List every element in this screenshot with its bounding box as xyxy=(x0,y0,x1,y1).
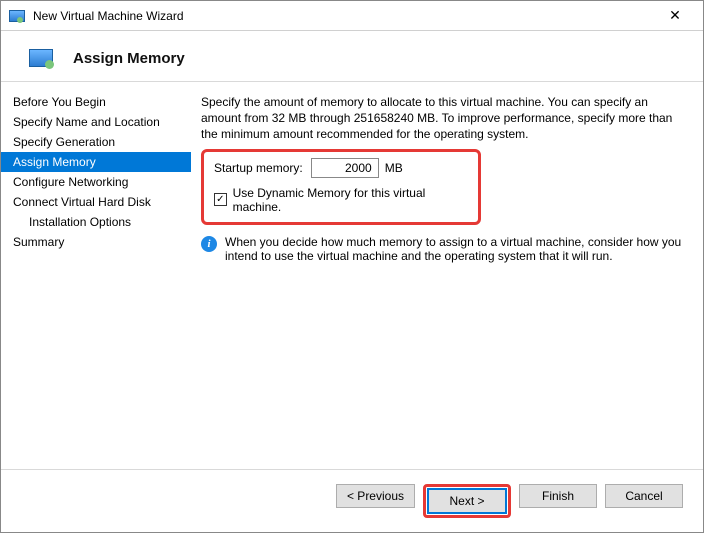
wizard-steps-sidebar: Before You Begin Specify Name and Locati… xyxy=(1,82,191,437)
step-configure-networking[interactable]: Configure Networking xyxy=(1,172,191,192)
dynamic-memory-label: Use Dynamic Memory for this virtual mach… xyxy=(233,186,468,214)
info-icon: i xyxy=(201,236,217,252)
cancel-button[interactable]: Cancel xyxy=(605,484,683,508)
step-summary[interactable]: Summary xyxy=(1,232,191,252)
page-title: Assign Memory xyxy=(73,50,185,67)
wizard-body: Before You Begin Specify Name and Locati… xyxy=(1,82,703,437)
wizard-content: Specify the amount of memory to allocate… xyxy=(191,82,703,437)
startup-memory-input[interactable] xyxy=(311,158,379,178)
close-button[interactable]: ✕ xyxy=(655,2,695,30)
dynamic-memory-checkbox[interactable]: ✓ xyxy=(214,193,227,206)
step-before-you-begin[interactable]: Before You Begin xyxy=(1,92,191,112)
app-icon xyxy=(9,10,25,22)
vm-icon xyxy=(29,49,53,67)
wizard-header: Assign Memory xyxy=(1,31,703,82)
window-title: New Virtual Machine Wizard xyxy=(33,9,655,23)
wizard-footer: < Previous Next > Finish Cancel xyxy=(1,469,703,532)
dynamic-memory-row: ✓ Use Dynamic Memory for this virtual ma… xyxy=(214,186,468,214)
step-specify-name[interactable]: Specify Name and Location xyxy=(1,112,191,132)
memory-settings-highlight: Startup memory: MB ✓ Use Dynamic Memory … xyxy=(201,149,481,225)
step-installation-options[interactable]: Installation Options xyxy=(1,212,191,232)
step-specify-generation[interactable]: Specify Generation xyxy=(1,132,191,152)
startup-memory-label: Startup memory: xyxy=(214,161,303,175)
finish-button[interactable]: Finish xyxy=(519,484,597,508)
next-button[interactable]: Next > xyxy=(428,489,506,513)
info-block: i When you decide how much memory to ass… xyxy=(201,235,683,263)
startup-memory-row: Startup memory: MB xyxy=(214,158,468,178)
step-assign-memory[interactable]: Assign Memory xyxy=(1,152,191,172)
step-connect-vhd[interactable]: Connect Virtual Hard Disk xyxy=(1,192,191,212)
memory-description: Specify the amount of memory to allocate… xyxy=(201,94,683,143)
startup-memory-unit: MB xyxy=(385,161,403,175)
info-text: When you decide how much memory to assig… xyxy=(225,235,683,263)
next-button-highlight: Next > xyxy=(423,484,511,518)
previous-button[interactable]: < Previous xyxy=(336,484,415,508)
titlebar: New Virtual Machine Wizard ✕ xyxy=(1,1,703,31)
